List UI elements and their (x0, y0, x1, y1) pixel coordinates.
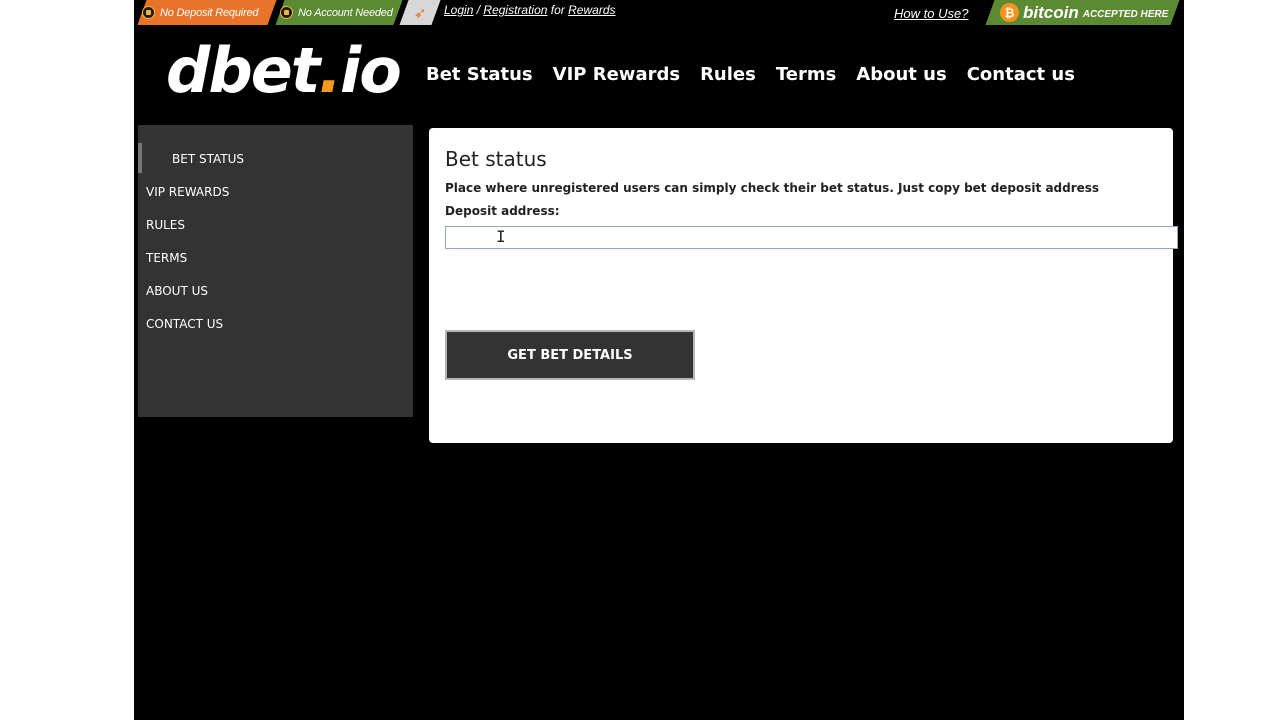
coin-icon (280, 6, 293, 19)
rewards-link[interactable]: Rewards (568, 3, 615, 17)
top-strip: No Deposit Required No Account Needed ➶ … (134, 0, 1184, 25)
text-cursor-icon: I (496, 227, 506, 246)
bitcoin-accepted-badge: ₿ bitcoin ACCEPTED HERE (985, 0, 1180, 25)
sidebar-item-rules[interactable]: RULES (146, 218, 185, 232)
site-container: No Deposit Required No Account Needed ➶ … (134, 0, 1184, 720)
page-description: Place where unregistered users can simpl… (445, 181, 1100, 195)
coin-icon (142, 6, 155, 19)
site-logo[interactable]: dbet.io (166, 34, 402, 107)
login-link[interactable]: Login (444, 3, 473, 17)
bitcoin-icon: ₿ (1000, 3, 1019, 22)
nav-contact-us[interactable]: Contact us (967, 64, 1075, 85)
logo-main: dbet (166, 34, 320, 107)
get-bet-details-button[interactable]: GET BET DETAILS (445, 330, 695, 380)
sidebar-item-about-us[interactable]: ABOUT US (146, 284, 208, 298)
nav-rules[interactable]: Rules (700, 64, 756, 85)
bet-status-panel: Bet status Place where unregistered user… (429, 128, 1178, 443)
deposit-address-input[interactable] (445, 226, 1178, 249)
deposit-address-label: Deposit address: (445, 204, 560, 218)
registration-link[interactable]: Registration (483, 3, 547, 17)
no-deposit-text: No Deposit Required (160, 6, 259, 19)
sidebar-item-contact-us[interactable]: CONTACT US (146, 317, 223, 331)
sidebar-item-bet-status[interactable]: BET STATUS (172, 152, 244, 166)
nav-bet-status[interactable]: Bet Status (426, 64, 533, 85)
sidebar-item-vip-rewards[interactable]: VIP REWARDS (146, 185, 229, 199)
sidebar: BET STATUS VIP REWARDS RULES TERMS ABOUT… (138, 125, 413, 417)
logo-tld: io (340, 34, 402, 107)
sidebar-item-terms[interactable]: TERMS (146, 251, 187, 265)
login-registration-line: Login / Registration for Rewards (444, 3, 616, 17)
login-separator: / (476, 3, 481, 17)
no-account-text: No Account Needed (298, 6, 393, 19)
no-deposit-badge: No Deposit Required (137, 0, 277, 25)
nav-about-us[interactable]: About us (856, 64, 946, 85)
for-text: for (550, 3, 565, 17)
twitter-button[interactable]: ➶ (399, 0, 441, 25)
nav-vip-rewards[interactable]: VIP Rewards (553, 64, 680, 85)
bitcoin-word: bitcoin (1023, 2, 1079, 22)
no-account-badge: No Account Needed (275, 0, 403, 25)
nav-terms[interactable]: Terms (776, 64, 836, 85)
sidebar-active-indicator (138, 143, 142, 173)
how-to-use-link[interactable]: How to Use? (894, 6, 968, 21)
main-nav: Bet Status VIP Rewards Rules Terms About… (426, 64, 1075, 85)
twitter-bird-icon: ➶ (413, 3, 427, 22)
bitcoin-accepted-text: ACCEPTED HERE (1082, 8, 1169, 20)
page-title: Bet status (445, 147, 547, 171)
logo-dot: . (318, 34, 342, 107)
